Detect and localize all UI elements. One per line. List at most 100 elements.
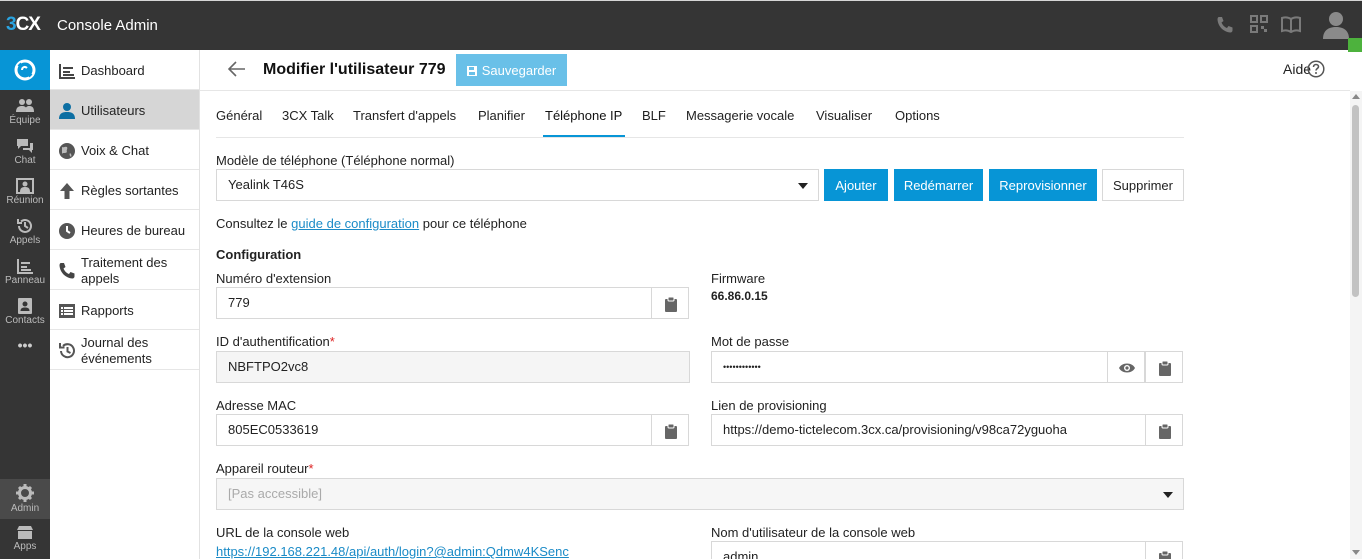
copy-mac-button[interactable] — [651, 414, 689, 446]
user-avatar-icon[interactable] — [1323, 11, 1349, 39]
rail-item-panel[interactable]: Panneau — [0, 253, 50, 293]
scroll-down-icon[interactable] — [1352, 550, 1360, 555]
more-icon: ••• — [17, 337, 33, 353]
clipboard-icon — [1159, 360, 1171, 376]
tab-blf[interactable]: BLF — [642, 108, 666, 123]
extension-field[interactable]: 779 — [216, 287, 652, 319]
tab-3cx-talk[interactable]: 3CX Talk — [282, 108, 334, 123]
rail-item-meeting[interactable]: Réunion — [0, 173, 50, 213]
mac-address-field[interactable]: 805EC0533619 — [216, 414, 652, 446]
mac-address-label: Adresse MAC — [216, 398, 297, 413]
provisioning-link-field[interactable]: https://demo-tictelecom.3cx.ca/provision… — [711, 414, 1146, 446]
router-device-label: Appareil routeur* — [216, 461, 314, 476]
reprovision-button[interactable]: Reprovisionner — [989, 169, 1097, 201]
team-icon — [16, 99, 34, 112]
config-guide-link[interactable]: guide de configuration — [291, 216, 419, 231]
submenu-item-event-log[interactable]: Journal des événements — [50, 330, 199, 370]
history-icon — [59, 343, 75, 359]
rail-item-more[interactable]: ••• — [0, 337, 50, 380]
admin-submenu: Dashboard Utilisateurs Voix & Chat Règle… — [50, 50, 200, 559]
copy-provisioning-button[interactable] — [1145, 414, 1183, 446]
qr-code-icon[interactable] — [1250, 15, 1268, 36]
app-title: Console Admin — [57, 17, 158, 34]
tab-ip-phone[interactable]: Téléphone IP — [545, 108, 622, 123]
panel-icon — [17, 259, 33, 274]
help-icon[interactable] — [1307, 60, 1325, 81]
add-button[interactable]: Ajouter — [824, 169, 888, 201]
rail-item-team[interactable]: Équipe — [0, 93, 50, 133]
page-title: Modifier l'utilisateur 779 — [263, 61, 446, 78]
phone-model-select[interactable]: Yealink T46S — [216, 169, 819, 201]
web-console-url-label: URL de la console web — [216, 525, 350, 540]
copy-extension-button[interactable] — [651, 287, 689, 319]
page-header: Modifier l'utilisateur 779 Sauvegarder A… — [200, 50, 1350, 91]
submenu-item-users[interactable]: Utilisateurs — [50, 90, 199, 130]
submenu-item-call-handling[interactable]: Traitement des appels — [50, 250, 199, 290]
web-console-url-link[interactable]: https://192.168.221.48/api/auth/login?@a… — [216, 544, 569, 559]
submenu-item-dashboard[interactable]: Dashboard — [50, 50, 199, 90]
clipboard-icon — [665, 296, 677, 312]
chat-icon — [17, 139, 33, 153]
eye-icon — [1119, 363, 1135, 373]
calls-history-icon — [17, 218, 32, 233]
phone-icon[interactable] — [1215, 15, 1235, 38]
clipboard-icon — [665, 423, 677, 439]
password-label: Mot de passe — [711, 334, 790, 349]
app-logo[interactable]: 3CX — [6, 14, 41, 36]
firmware-label: Firmware — [711, 271, 766, 286]
rail-item-chat[interactable]: Chat — [0, 133, 50, 173]
contacts-icon — [18, 298, 32, 314]
extension-label: Numéro d'extension — [216, 271, 332, 286]
configuration-heading: Configuration — [216, 247, 302, 262]
tab-bar: Général 3CX Talk Transfert d'appels Plan… — [216, 91, 1184, 138]
tab-call-forwarding[interactable]: Transfert d'appels — [353, 108, 456, 123]
rail-item-contacts[interactable]: Contacts — [0, 293, 50, 333]
rail-item-calls[interactable]: Appels — [0, 213, 50, 253]
provisioning-link-label: Lien de provisioning — [711, 398, 827, 413]
gear-icon — [16, 484, 34, 502]
show-password-button[interactable] — [1107, 351, 1145, 383]
reboot-button[interactable]: Redémarrer — [894, 169, 983, 201]
router-device-select[interactable]: [Pas accessible] — [216, 478, 1184, 510]
active-tab-indicator — [543, 135, 625, 137]
globe-icon — [59, 143, 75, 159]
tab-schedule[interactable]: Planifier — [478, 108, 525, 123]
back-arrow-icon[interactable] — [227, 61, 246, 80]
rail-item-apps[interactable]: Apps — [0, 519, 50, 559]
report-icon — [59, 304, 75, 318]
vertical-scrollbar[interactable] — [1350, 91, 1362, 559]
tab-voicemail[interactable]: Messagerie vocale — [686, 108, 794, 123]
tab-options[interactable]: Options — [895, 108, 940, 123]
chevron-down-icon — [1163, 492, 1173, 498]
web-console-user-field[interactable]: admin — [711, 541, 1146, 559]
user-icon — [59, 103, 75, 119]
phone-model-label: Modèle de téléphone (Téléphone normal) — [216, 153, 455, 168]
tab-preview[interactable]: Visualiser — [816, 108, 872, 123]
clipboard-icon — [1159, 550, 1171, 559]
arrow-up-icon — [60, 183, 74, 199]
left-rail: Équipe Chat Réunion Appels Panneau Conta… — [0, 50, 50, 559]
scrollbar-thumb[interactable] — [1352, 105, 1359, 297]
submenu-item-reports[interactable]: Rapports — [50, 290, 199, 330]
submenu-item-voice-chat[interactable]: Voix & Chat — [50, 130, 199, 170]
config-guide-text: Consultez le guide de configuration pour… — [216, 216, 527, 231]
delete-button[interactable]: Supprimer — [1102, 169, 1184, 201]
save-button[interactable]: Sauvegarder — [456, 54, 567, 86]
firmware-value: 66.86.0.15 — [711, 289, 768, 303]
meeting-icon — [16, 178, 34, 194]
chevron-down-icon — [798, 183, 808, 189]
status-indicator — [1348, 38, 1362, 52]
submenu-item-office-hours[interactable]: Heures de bureau — [50, 210, 199, 250]
tab-general[interactable]: Général — [216, 108, 262, 123]
clipboard-icon — [1159, 423, 1171, 439]
password-field[interactable]: •••••••••••• — [711, 351, 1108, 383]
web-console-user-label: Nom d'utilisateur de la console web — [711, 525, 916, 540]
book-icon[interactable] — [1281, 15, 1301, 36]
copy-web-console-user-button[interactable] — [1145, 541, 1183, 559]
scroll-up-icon[interactable] — [1352, 94, 1360, 99]
submenu-item-outbound-rules[interactable]: Règles sortantes — [50, 170, 199, 210]
auth-id-field[interactable]: NBFTPO2vc8 — [216, 351, 690, 383]
rail-logo-icon[interactable] — [0, 50, 50, 90]
rail-item-admin[interactable]: Admin — [0, 479, 50, 519]
copy-password-button[interactable] — [1145, 351, 1183, 383]
